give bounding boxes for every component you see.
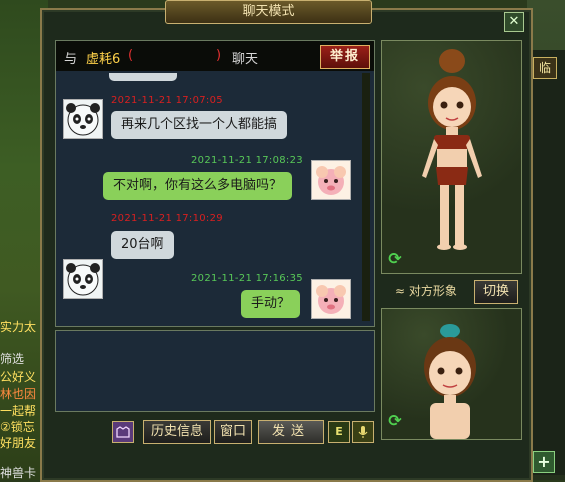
- double-chevron-up-icon: ≈: [395, 284, 406, 298]
- self-avatar: [311, 279, 351, 319]
- header-suffix: 聊天: [232, 52, 259, 67]
- partner-avatar: [63, 259, 103, 299]
- partner-avatar: [63, 99, 103, 139]
- history-button[interactable]: 历史信息: [143, 420, 211, 444]
- message-timestamp: 2021-11-21 17:10:29: [111, 213, 223, 224]
- report-button[interactable]: 举报: [320, 45, 370, 69]
- message-bubble: 再来几个区找一个人都能搞: [111, 111, 288, 139]
- window-mode-button[interactable]: 窗口: [214, 420, 252, 444]
- message-bubble: 不对啊，你有这么多电脑吗？: [103, 172, 293, 200]
- chat-panel: 与 虚耗6 ( ) 聊天 举报 2021-11-21 17:07:05 再来几个…: [55, 40, 375, 327]
- partner-appearance-label: ≈ 对方形象: [395, 282, 457, 299]
- pink-sheep-icon: [316, 166, 346, 195]
- message-bubble-cut: [109, 73, 177, 81]
- wardrobe-icon[interactable]: [112, 421, 134, 443]
- message-bubble: 20台啊: [111, 231, 174, 259]
- header-paren-close: ): [216, 48, 222, 63]
- panda-icon: [66, 103, 100, 136]
- message-input[interactable]: [55, 330, 375, 412]
- side-panel: [529, 50, 565, 475]
- send-button[interactable]: 发送: [258, 420, 324, 444]
- switch-button[interactable]: 切换: [474, 280, 518, 304]
- refresh-partner-icon[interactable]: ⟳: [386, 250, 404, 268]
- window-title: 聊天模式: [165, 0, 372, 24]
- close-button[interactable]: ✕: [504, 12, 524, 32]
- emote-button[interactable]: E: [328, 421, 350, 443]
- chat-header: 与 虚耗6 ( ) 聊天 举报: [56, 41, 374, 71]
- role-label-text: 对方形象: [408, 284, 457, 298]
- pink-sheep-icon: [316, 285, 346, 314]
- panda-icon: [66, 263, 100, 296]
- side-plus-button[interactable]: +: [533, 451, 555, 473]
- microphone-icon[interactable]: [352, 421, 374, 443]
- partner-portrait: [381, 40, 522, 274]
- message-timestamp: 2021-11-21 17:16:35: [191, 273, 303, 284]
- self-avatar: [311, 160, 351, 200]
- message-timestamp: 2021-11-21 17:07:05: [111, 95, 223, 106]
- message-timestamp: 2021-11-21 17:08:23: [191, 155, 303, 166]
- message-bubble: 手动？: [241, 290, 301, 318]
- chat-message-list[interactable]: 2021-11-21 17:07:05 再来几个区找一个人都能搞 2021-11…: [59, 73, 359, 323]
- header-prefix: 与: [64, 52, 78, 67]
- partner-character-figure: [422, 49, 482, 250]
- side-tab[interactable]: 临: [533, 57, 557, 79]
- header-paren-open: (: [128, 48, 134, 63]
- chat-scrollbar[interactable]: [362, 73, 370, 321]
- refresh-self-icon[interactable]: ⟳: [386, 412, 404, 430]
- chat-partner-name: 虚耗6: [86, 52, 121, 67]
